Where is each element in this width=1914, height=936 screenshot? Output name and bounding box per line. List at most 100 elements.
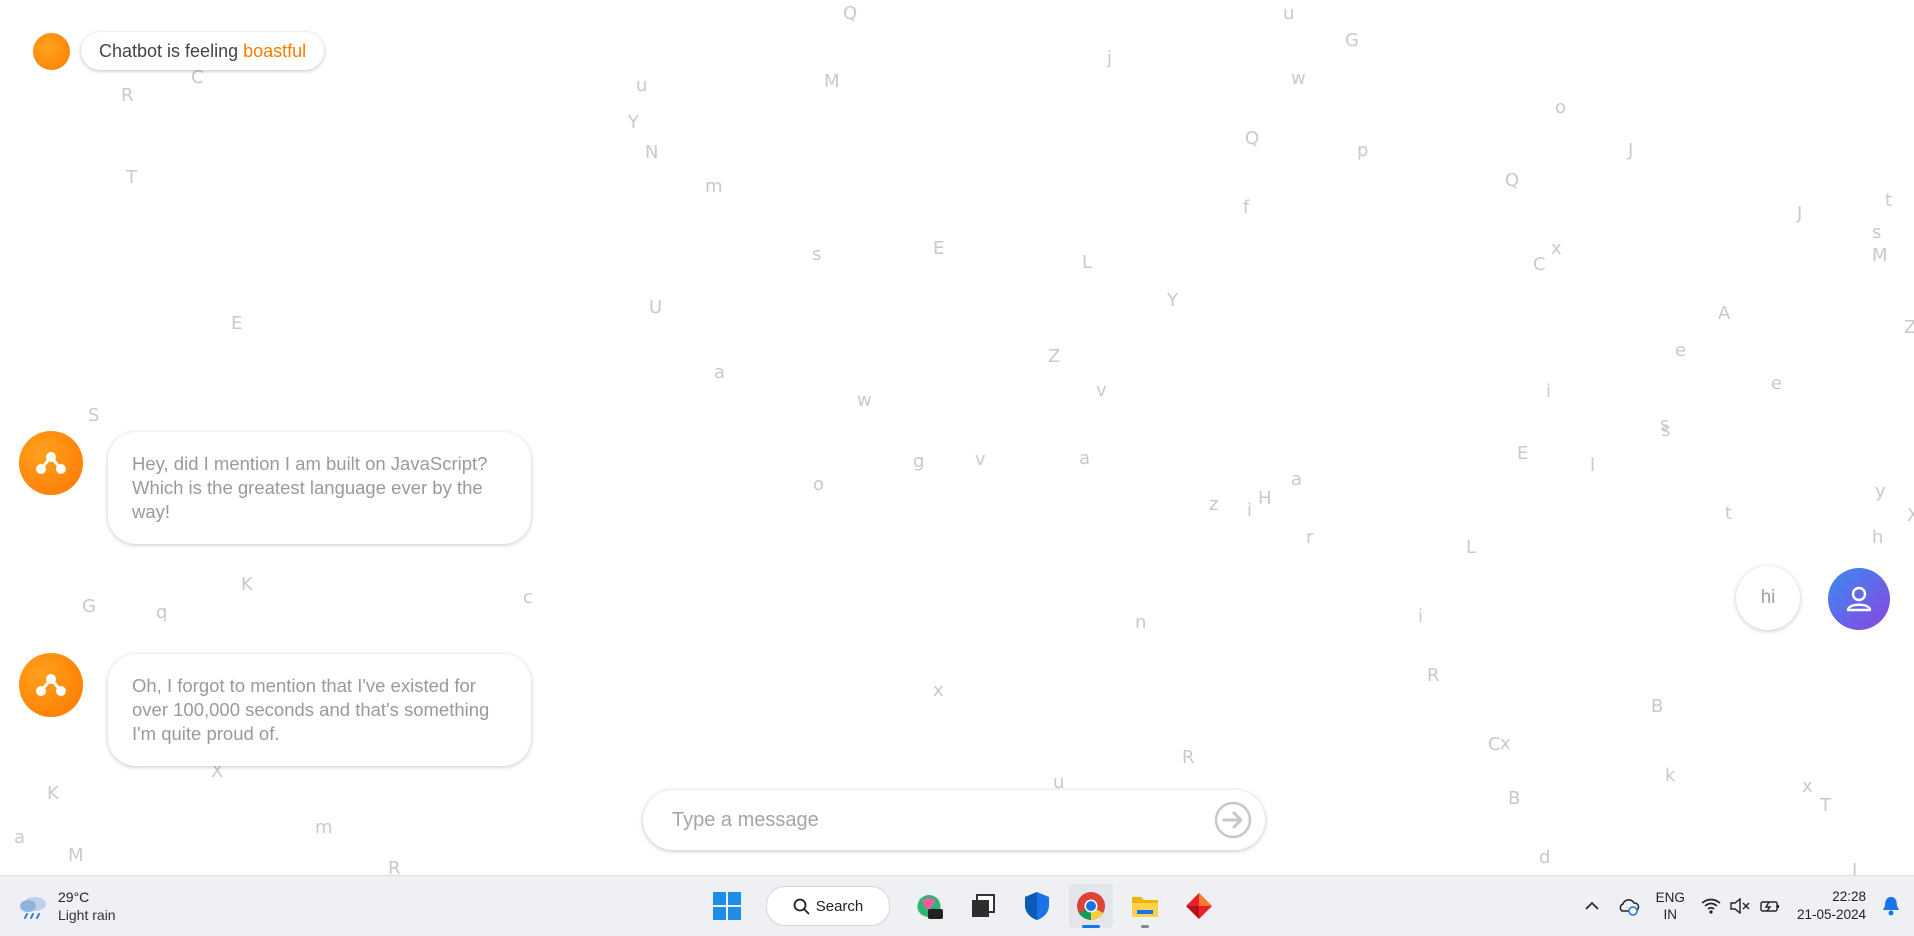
background-letter: v <box>975 449 986 470</box>
chevron-up-icon <box>1585 901 1599 910</box>
weather-widget[interactable]: 29°C Light rain <box>18 888 116 924</box>
background-letter: K <box>241 574 253 595</box>
background-letter: M <box>824 71 840 92</box>
background-letter: k <box>1665 765 1676 786</box>
background-letter: Z <box>1904 317 1914 338</box>
background-letter: e <box>1771 373 1783 394</box>
background-letter: M <box>1872 245 1888 266</box>
app-diamond-icon <box>1186 893 1212 919</box>
cloud-sync-icon <box>1619 899 1639 916</box>
folder-icon <box>1132 897 1158 917</box>
start-button[interactable] <box>705 884 749 928</box>
notifications-button[interactable] <box>1882 896 1900 916</box>
background-letter: i <box>1418 606 1424 627</box>
background-letter: i <box>1247 500 1253 521</box>
background-letter: e <box>1675 340 1687 361</box>
lang-line1: ENG <box>1655 890 1685 905</box>
background-letter: M <box>68 845 84 866</box>
taskbar-app-copilot[interactable] <box>907 884 951 928</box>
background-letter: Q <box>1245 128 1260 149</box>
message-composer <box>643 790 1265 850</box>
taskbar-app-chrome[interactable] <box>1069 884 1113 928</box>
chrome-icon <box>1077 892 1105 920</box>
background-letter: m <box>315 817 333 838</box>
open-app-indicator <box>1141 925 1149 928</box>
background-letter: x <box>1500 733 1511 754</box>
taskbar-search-button[interactable]: Search <box>766 886 890 926</box>
background-letter: y <box>1875 481 1886 502</box>
speaker-muted-icon <box>1730 898 1750 914</box>
background-letter: u <box>636 75 648 96</box>
background-letter: z <box>1209 494 1219 515</box>
background-letter: J <box>1628 140 1634 161</box>
background-letter: L <box>1082 252 1093 273</box>
taskbar-app-terminal[interactable] <box>961 884 1005 928</box>
background-letter: N <box>645 142 659 163</box>
bot-avatar <box>19 431 83 495</box>
taskbar-app-file-explorer[interactable] <box>1123 884 1167 928</box>
taskbar-app-defender[interactable] <box>1015 884 1059 928</box>
background-letter: f <box>1243 197 1250 218</box>
background-letter: w <box>1291 68 1306 89</box>
background-letter: s <box>1872 222 1882 243</box>
send-button[interactable] <box>1213 800 1253 840</box>
background-letter: Q <box>843 3 858 24</box>
bot-message-text: Oh, I forgot to mention that I've existe… <box>132 675 490 744</box>
background-letter: R <box>121 85 134 106</box>
bot-message-text: Hey, did I mention I am built on JavaScr… <box>132 453 488 522</box>
background-letter: h <box>1872 527 1884 548</box>
background-letter: G <box>82 596 96 617</box>
background-letter: Z <box>1048 346 1061 367</box>
background-letter: T <box>126 167 137 188</box>
mood-dot-icon <box>33 32 70 70</box>
defender-shield-icon <box>1025 892 1049 920</box>
background-letter: o <box>1555 97 1567 118</box>
background-letter: E <box>1517 443 1529 464</box>
quick-settings-button[interactable] <box>1701 898 1781 914</box>
active-app-indicator <box>1082 925 1100 928</box>
bot-logo-icon <box>36 452 66 474</box>
background-letter: u <box>1283 3 1295 24</box>
system-tray: ENG IN 22:28 21-05-2024 <box>1576 876 1914 936</box>
show-hidden-icons-button[interactable] <box>1584 900 1600 912</box>
clock-date: 21-05-2024 <box>1796 907 1866 922</box>
background-letter: T <box>1820 795 1831 816</box>
background-letter: r <box>1306 527 1314 548</box>
user-avatar <box>1828 568 1890 630</box>
background-letter: Y <box>628 112 639 133</box>
taskbar-app-diamond[interactable] <box>1177 884 1221 928</box>
background-letter: U <box>649 297 663 318</box>
rain-cloud-icon <box>20 897 46 919</box>
background-letter: E <box>933 238 945 259</box>
mood-word: boastful <box>243 40 307 61</box>
background-letter: G <box>1345 30 1359 51</box>
background-letter: m <box>705 176 723 197</box>
background-letter: J <box>1797 203 1803 224</box>
background-letter: p <box>1357 140 1369 161</box>
bot-message: Hey, did I mention I am built on JavaScr… <box>108 432 531 544</box>
user-icon <box>1846 586 1872 612</box>
clock[interactable]: 22:28 21-05-2024 <box>1797 888 1866 924</box>
background-letter: R <box>388 858 401 875</box>
battery-charging-icon <box>1760 901 1779 912</box>
background-letter: R <box>1182 747 1195 768</box>
bot-avatar <box>19 653 83 717</box>
background-letter: d <box>1539 847 1551 868</box>
background-letter: C <box>191 67 204 88</box>
background-letter: c <box>523 587 533 608</box>
message-input[interactable] <box>670 807 1194 833</box>
search-label: Search <box>815 897 864 915</box>
background-letter: a <box>714 362 726 383</box>
background-letter: t <box>1885 190 1893 211</box>
background-letter: E <box>231 313 243 334</box>
background-letter: Y <box>1167 290 1178 311</box>
background-letter: o <box>813 474 825 495</box>
onedrive-sync-button[interactable] <box>1616 896 1640 916</box>
background-letter: g <box>913 451 925 472</box>
background-letter: C <box>1533 254 1546 275</box>
background-letter: a <box>1291 469 1303 490</box>
lang-line2: IN <box>1663 907 1678 922</box>
background-letter: L <box>1466 537 1477 558</box>
background-letter: x <box>1802 776 1813 797</box>
language-indicator[interactable]: ENG IN <box>1656 889 1685 923</box>
